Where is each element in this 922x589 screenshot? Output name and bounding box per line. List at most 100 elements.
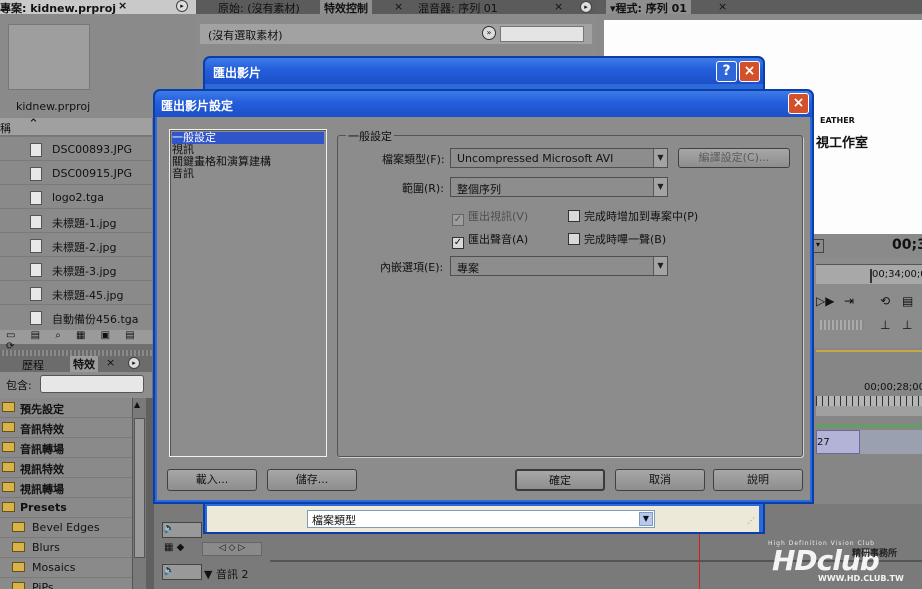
tab-mixer[interactable]: 混音器: 序列 01	[418, 0, 498, 14]
step-icon[interactable]: ⇥	[844, 294, 854, 308]
resize-grip-icon[interactable]: ⋰	[747, 516, 755, 525]
load-button[interactable]: 載入...	[167, 469, 257, 491]
effects-search-input[interactable]	[40, 375, 144, 393]
close-icon[interactable]: ×	[118, 0, 127, 12]
collapse-icon[interactable]: ▼	[204, 568, 216, 581]
export-movie-titlebar[interactable]: 匯出影片 ? ×	[205, 58, 763, 84]
panel-menu-icon[interactable]: ▸	[580, 1, 592, 13]
file-row[interactable]: DSC00915.JPG	[0, 160, 152, 184]
compile-settings-button[interactable]: 編譯設定(C)...	[678, 148, 790, 168]
file-row[interactable]: DSC00893.JPG	[0, 136, 152, 160]
effects-folder[interactable]: Blurs	[0, 538, 132, 558]
category-list: 一般設定 視訊 關鍵畫格和演算建構 音訊	[169, 129, 327, 457]
scroll-up-icon[interactable]: ▲	[134, 400, 140, 409]
chevron-down-icon[interactable]: ▼	[653, 178, 667, 196]
no-clip-text: (沒有選取素材)	[208, 29, 283, 42]
chevron-down-icon[interactable]: ▼	[653, 149, 667, 167]
range-combo[interactable]: 整個序列 ▼	[450, 177, 668, 197]
timeline-panel: 00;00;28;00 27	[806, 348, 922, 508]
close-icon[interactable]: ×	[739, 61, 760, 82]
effects-folder[interactable]: 視訊轉場	[0, 478, 132, 498]
source-tabbar: 原始: (沒有素材) 特效控制 × 混音器: 序列 01 × ▸	[196, 0, 596, 14]
chevron-down-icon[interactable]: ▼	[653, 257, 667, 275]
effects-folder[interactable]: 預先設定	[0, 398, 132, 418]
help-button[interactable]: 說明	[713, 469, 803, 491]
sort-up-icon[interactable]: ⌃	[28, 117, 39, 132]
expand-icon[interactable]: »	[482, 26, 496, 40]
timeline-mini[interactable]	[500, 26, 584, 42]
lift-icon[interactable]: ⊥	[880, 318, 890, 332]
help-icon[interactable]: ?	[716, 61, 737, 82]
folder-name: 預先設定	[20, 403, 64, 416]
play-icon[interactable]: ▷▶	[816, 294, 834, 308]
tab-history[interactable]: 歷程	[22, 357, 44, 372]
beep-when-done-checkbox[interactable]: 完成時嗶一聲(B)	[568, 231, 666, 247]
speaker-icon[interactable]: 🔈	[162, 564, 202, 580]
beep-when-done-label: 完成時嗶一聲(B)	[584, 233, 667, 246]
project-toolbar: ▭ ▤ ⌕ ▦ ▣ ▤ ⟳	[0, 330, 152, 352]
category-item-general[interactable]: 一般設定	[172, 132, 324, 144]
panel-menu-icon[interactable]: ▸	[176, 0, 188, 12]
save-button[interactable]: 儲存...	[267, 469, 357, 491]
video-clip[interactable]: 27	[816, 430, 860, 454]
tab-effects[interactable]: 特效	[70, 356, 98, 372]
playhead[interactable]	[870, 269, 872, 283]
search-label: 包含:	[6, 379, 32, 392]
effects-folder[interactable]: Bevel Edges	[0, 518, 132, 538]
keyframe-icon[interactable]: ▦ ◆	[164, 542, 184, 553]
export-audio-checkbox[interactable]: ✓ 匯出聲音(A)	[452, 231, 528, 249]
effects-folder[interactable]: 音訊特效	[0, 418, 132, 438]
video-clip[interactable]	[860, 430, 922, 454]
loop-icon[interactable]: ⟲	[880, 294, 890, 308]
file-row[interactable]: 未標題-3.jpg	[0, 256, 152, 280]
program-ruler[interactable]: 00;34;00;02	[816, 264, 922, 284]
keyframe-nav[interactable]: ◁ ◇ ▷	[202, 542, 262, 556]
speaker-icon[interactable]: 🔈	[162, 522, 202, 538]
effects-folder[interactable]: PiPs	[0, 578, 132, 589]
playhead-line	[699, 534, 700, 589]
program-timecode-bar: ▾ 00;3	[806, 234, 922, 258]
effects-folder[interactable]: Mosaics	[0, 558, 132, 578]
tab-program[interactable]: ▾ 程式: 序列 01	[606, 0, 691, 14]
file-row[interactable]: 未標題-2.jpg	[0, 232, 152, 256]
category-item-audio[interactable]: 音訊	[172, 168, 194, 180]
extract-icon[interactable]: ⊥	[902, 318, 912, 332]
cancel-button[interactable]: 取消	[615, 469, 705, 491]
add-to-project-checkbox[interactable]: 完成時增加到專案中(P)	[568, 208, 698, 224]
tab-source[interactable]: 原始: (沒有素材)	[218, 0, 300, 14]
dialog-titlebar[interactable]: 匯出影片設定 ×	[155, 91, 812, 117]
program-controls: 00;34;00;02 ▷▶ ⇥ ⟲ ▤ ⊥ ⊥	[806, 258, 922, 348]
safe-margins-icon[interactable]: ▤	[902, 294, 913, 308]
close-icon[interactable]: ×	[788, 93, 809, 114]
file-row[interactable]: 未標題-1.jpg	[0, 208, 152, 232]
jog-shuttle[interactable]	[820, 320, 864, 330]
embed-label: 內嵌選項(E):	[380, 261, 444, 274]
close-icon[interactable]: ×	[554, 0, 563, 13]
effects-scrollbar[interactable]: ▲	[132, 398, 146, 589]
work-area-bar[interactable]	[816, 350, 922, 352]
no-clip-row: (沒有選取素材) »	[200, 24, 592, 44]
scroll-thumb[interactable]	[134, 418, 145, 558]
panel-menu-icon[interactable]: ▸	[128, 357, 140, 369]
project-tab[interactable]: 專案: kidnew.prproj × ▸	[0, 0, 196, 14]
export-video-checkbox[interactable]: ✓ 匯出視訊(V)	[452, 208, 528, 226]
tab-effect-controls[interactable]: 特效控制	[320, 0, 372, 14]
effects-folder[interactable]: 視訊特效	[0, 458, 132, 478]
timeline-ruler[interactable]	[816, 396, 922, 406]
embed-combo[interactable]: 專案 ▼	[450, 256, 668, 276]
column-header[interactable]: 稱 ⌃	[0, 117, 152, 136]
clip-number: 27	[817, 437, 830, 448]
file-type-combo[interactable]: Uncompressed Microsoft AVI ▼	[450, 148, 668, 168]
file-type-select[interactable]: 檔案類型 ▼	[307, 510, 655, 528]
chevron-down-icon[interactable]: ▼	[639, 512, 653, 526]
file-row[interactable]: 未標題-45.jpg	[0, 280, 152, 304]
effects-folder[interactable]: Presets	[0, 498, 132, 518]
close-icon[interactable]: ×	[394, 0, 403, 13]
effects-folder[interactable]: 音訊轉場	[0, 438, 132, 458]
file-name: 未標題-2.jpg	[52, 241, 117, 254]
close-icon[interactable]: ×	[718, 0, 727, 13]
file-row[interactable]: logo2.tga	[0, 184, 152, 208]
close-icon[interactable]: ×	[106, 356, 115, 369]
ok-button[interactable]: 確定	[515, 469, 605, 491]
file-row[interactable]: 自動備份456.tga	[0, 304, 152, 328]
